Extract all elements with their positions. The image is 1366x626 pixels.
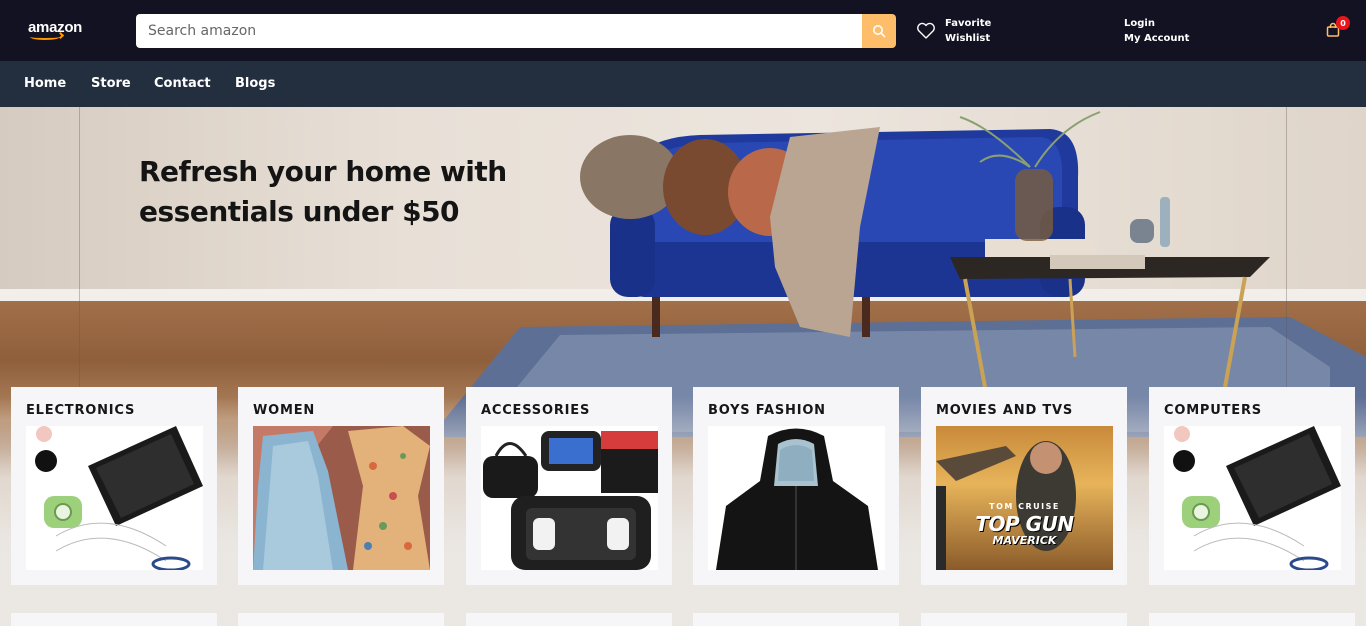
category-card-movies-and-tvs[interactable]: MOVIES AND TVS TOM CRUISE TOP GUN MAVERI…	[921, 387, 1127, 585]
category-image-electronics[interactable]	[26, 426, 203, 570]
cart-button[interactable]: 0	[1325, 16, 1350, 42]
category-title: ELECTRONICS	[26, 403, 136, 418]
top-header: amazon Favorite Wishlist Login My Accoun…	[0, 0, 1366, 61]
search-icon	[873, 25, 886, 38]
category-title: ACCESSORIES	[481, 403, 591, 418]
search-bar	[136, 14, 896, 48]
category-image-computers[interactable]	[1164, 426, 1341, 570]
wishlist-line1: Favorite	[945, 18, 992, 29]
electronics-illustration	[26, 426, 203, 570]
nav-blogs[interactable]: Blogs	[235, 76, 275, 91]
movie-poster-illustration	[936, 441, 1076, 570]
cart-count-badge: 0	[1336, 16, 1350, 30]
poster-title: TOP GUN	[975, 512, 1074, 536]
category-card-row2[interactable]	[921, 613, 1127, 626]
nav-home[interactable]: Home	[24, 76, 66, 91]
dress-illustration	[253, 426, 430, 570]
account-link[interactable]: Login My Account	[1124, 16, 1189, 46]
category-image-accessories[interactable]	[481, 426, 658, 570]
category-image-women[interactable]	[253, 426, 430, 570]
poster-actor-name: TOM CRUISE	[989, 502, 1060, 511]
category-card-row2[interactable]	[466, 613, 672, 626]
category-card-computers[interactable]: COMPUTERS	[1149, 387, 1355, 585]
search-button[interactable]	[862, 14, 896, 48]
logo-smile-icon	[30, 34, 60, 40]
category-title: BOYS FASHION	[708, 403, 826, 418]
heart-icon	[917, 22, 935, 39]
category-image-movies-and-tvs[interactable]: TOM CRUISE TOP GUN MAVERICK	[936, 426, 1113, 570]
category-card-row2[interactable]	[693, 613, 899, 626]
category-card-women[interactable]: WOMEN	[238, 387, 444, 585]
jacket-illustration	[708, 426, 885, 570]
computers-illustration	[1164, 426, 1341, 570]
switch-case-illustration	[481, 426, 658, 570]
category-card-row2[interactable]	[238, 613, 444, 626]
nav-store[interactable]: Store	[91, 76, 131, 91]
category-card-row2[interactable]	[1149, 613, 1355, 626]
category-card-row2[interactable]	[11, 613, 217, 626]
category-title: MOVIES AND TVS	[936, 403, 1074, 418]
wishlist-line2: Wishlist	[945, 33, 991, 44]
category-card-electronics[interactable]: ELECTRONICS	[11, 387, 217, 585]
hero-title: Refresh your home with essentials under …	[139, 152, 519, 232]
main-nav: Home Store Contact Blogs	[0, 61, 1366, 107]
category-title: WOMEN	[253, 403, 316, 418]
category-card-accessories[interactable]: ACCESSORIES	[466, 387, 672, 585]
search-input[interactable]	[136, 14, 862, 48]
category-card-boys-fashion[interactable]: BOYS FASHION	[693, 387, 899, 585]
category-image-boys-fashion[interactable]	[708, 426, 885, 570]
poster-subtitle: MAVERICK	[992, 534, 1057, 547]
wishlist-link[interactable]: Favorite Wishlist	[916, 16, 991, 46]
category-title: COMPUTERS	[1164, 403, 1262, 418]
hero-title-line2: essentials under $50	[139, 195, 460, 228]
my-account-text: My Account	[1124, 33, 1190, 44]
hero-title-line1: Refresh your home with	[139, 155, 507, 188]
login-text: Login	[1124, 18, 1155, 29]
nav-contact[interactable]: Contact	[154, 76, 211, 91]
